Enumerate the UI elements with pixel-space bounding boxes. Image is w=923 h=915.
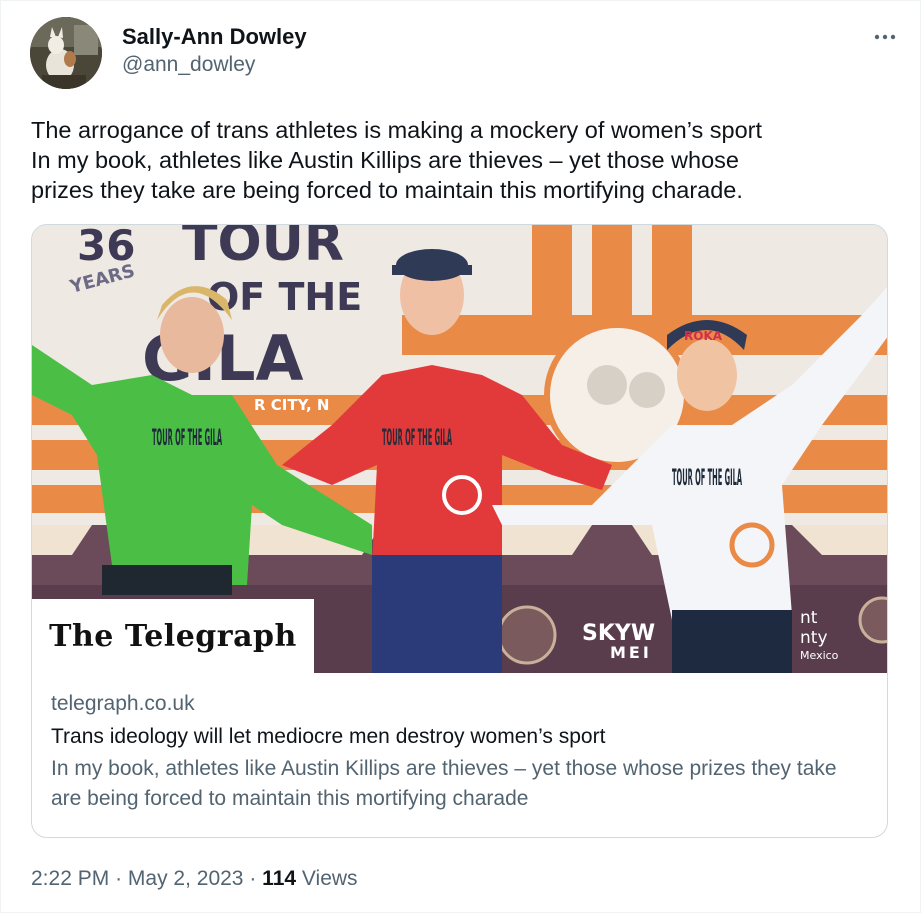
tweet-header: Sally-Ann Dowley @ann_dowley [30, 17, 900, 91]
sign-text-tour: TOUR [182, 225, 344, 273]
sponsor-text-mei: MEI [610, 643, 652, 662]
tweet-text: The arrogance of trans athletes is makin… [31, 117, 763, 203]
cap-text: ROKA [684, 329, 723, 343]
jersey-text-right: TOUR OF THE GILA [672, 466, 742, 491]
tweet-footer: 2:22 PM · May 2, 2023 · 114 Views [31, 865, 358, 893]
card-domain: telegraph.co.uk [51, 692, 195, 715]
publisher-badge: The Telegraph [32, 599, 314, 673]
link-card[interactable]: 36 YEARS TOUR OF THE GILA R CITY, N SKYW… [31, 224, 888, 838]
separator: · [115, 867, 123, 890]
author-handle[interactable]: @ann_dowley [122, 51, 307, 79]
tweet: Sally-Ann Dowley @ann_dowley The arrogan… [0, 0, 921, 913]
avatar[interactable] [30, 17, 102, 89]
more-horizontal-icon[interactable] [870, 27, 900, 47]
views-label: Views [301, 867, 358, 890]
card-image[interactable]: 36 YEARS TOUR OF THE GILA R CITY, N SKYW… [32, 225, 887, 673]
author-display-name[interactable]: Sally-Ann Dowley [122, 23, 307, 51]
card-meta[interactable]: telegraph.co.uk Trans ideology will let … [51, 689, 868, 814]
tweet-date[interactable]: May 2, 2023 [128, 867, 244, 890]
jersey-text-left: TOUR OF THE GILA [152, 426, 222, 451]
avatar-image [30, 17, 102, 89]
tweet-time[interactable]: 2:22 PM [31, 867, 109, 890]
publisher-name: The Telegraph [49, 618, 297, 654]
separator: · [249, 867, 257, 890]
card-description: In my book, athletes like Austin Killips… [51, 757, 837, 810]
jersey-text-center: TOUR OF THE GILA [382, 426, 452, 451]
card-title: Trans ideology will let mediocre men des… [51, 725, 606, 748]
author-names: Sally-Ann Dowley @ann_dowley [122, 23, 307, 79]
views-count: 114 [262, 867, 297, 890]
sign-text-ofthe: OF THE [207, 275, 362, 319]
sponsor-text-nty: nty [800, 628, 828, 648]
sponsor-text-mexico: Mexico [800, 649, 839, 662]
sponsor-text-nt: nt [800, 608, 818, 628]
sign-text-city: R CITY, N [254, 396, 329, 414]
